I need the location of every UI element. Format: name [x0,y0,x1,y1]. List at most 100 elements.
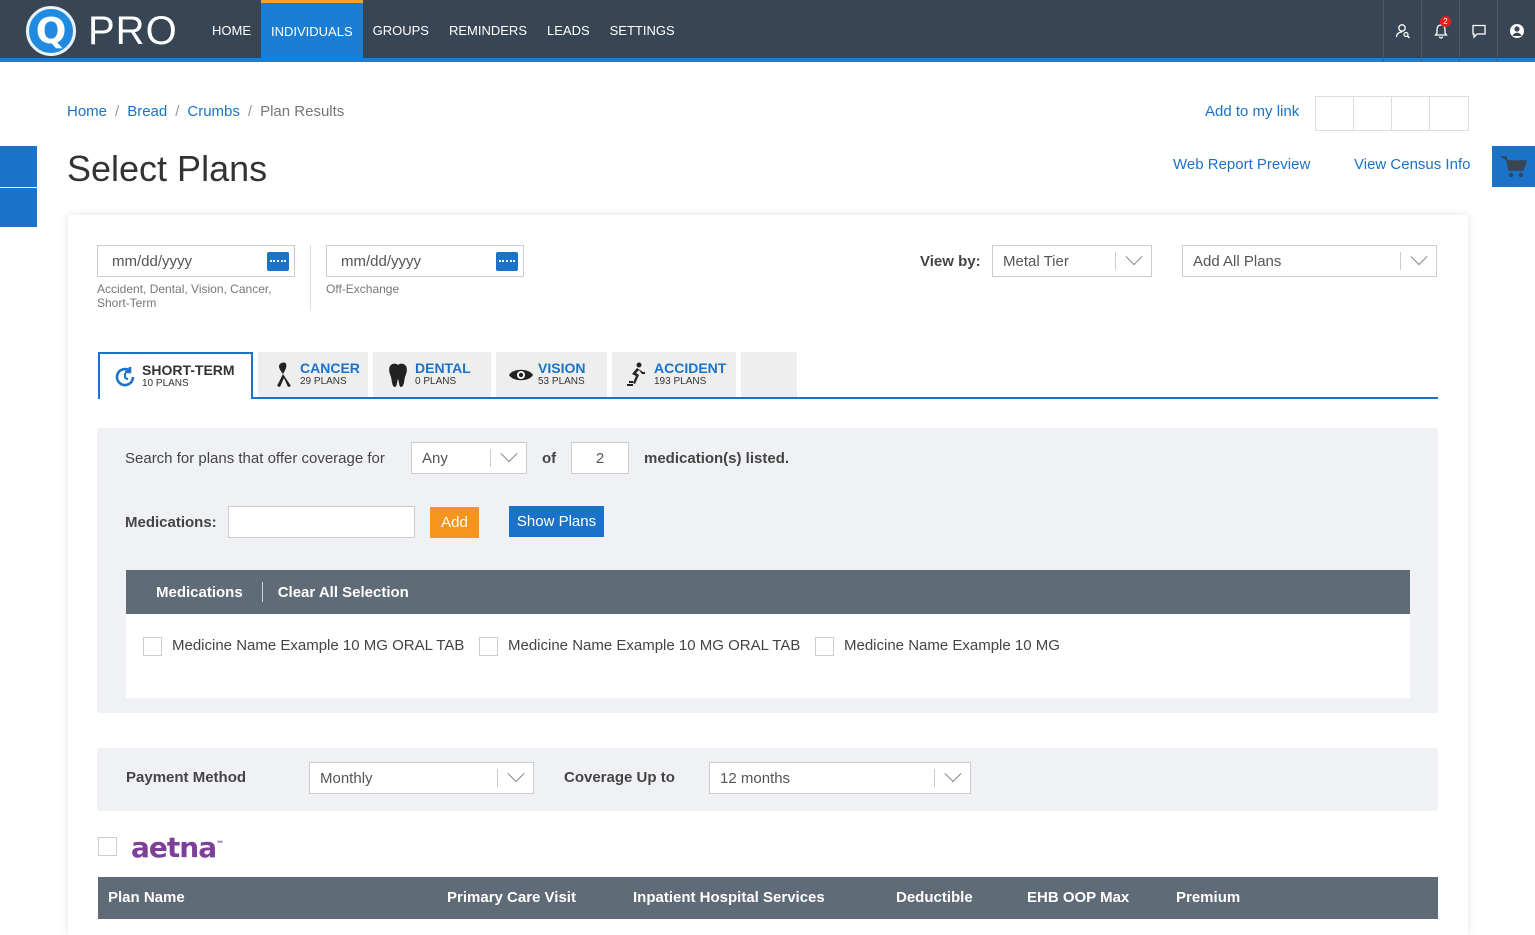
effective-date-input[interactable]: mm/dd/yyyy [97,245,295,277]
aetna-logo-text: aetna [131,831,217,864]
side-tab-1[interactable] [0,146,37,187]
add-medication-button[interactable]: Add [430,507,479,538]
link-box-3[interactable] [1392,97,1430,130]
link-boxes-group [1315,96,1469,131]
medications-list: Medicine Name Example 10 MG ORAL TAB Med… [126,614,1410,698]
payment-method-value: Monthly [320,769,373,787]
breadcrumb-crumbs[interactable]: Crumbs [187,103,240,120]
nav-settings[interactable]: SETTINGS [600,0,685,60]
column-plan-name[interactable]: Plan Name [108,889,185,906]
refresh-icon [112,364,138,390]
user-search-button[interactable] [1383,0,1421,62]
header-divider [261,582,263,602]
link-box-1[interactable] [1316,97,1354,130]
tab-plan-count: 193 PLANS [654,376,707,387]
nav-leads[interactable]: LEADS [537,0,600,60]
carrier-checkbox[interactable] [98,837,117,856]
off-exchange-date-placeholder: mm/dd/yyyy [341,252,422,270]
cart-icon [1500,155,1527,177]
tab-plan-count: 29 PLANS [300,376,347,387]
column-ehb-oop-max[interactable]: EHB OOP Max [1027,889,1129,906]
payment-method-select[interactable]: Monthly [309,762,534,794]
chat-button[interactable] [1459,0,1497,62]
plan-type-tabs: SHORT-TERM 10 PLANS CANCER 29 PLANS DENTAL… [98,352,1438,399]
notifications-button[interactable]: 2 [1421,0,1459,62]
medication-checkbox[interactable] [143,637,162,656]
column-premium[interactable]: Premium [1176,889,1240,906]
tab-short-term[interactable]: SHORT-TERM 10 PLANS [98,352,253,399]
add-to-my-link[interactable]: Add to my link [1205,103,1299,120]
calendar-icon[interactable] [496,252,518,271]
nav-home[interactable]: HOME [202,0,261,60]
coverage-any-select[interactable]: Any [411,442,527,474]
top-icons-group: 2 [1383,0,1535,62]
tab-plan-count: 0 PLANS [415,376,457,387]
chevron-down-icon [1400,252,1436,270]
breadcrumb-home[interactable]: Home [67,103,107,120]
medications-header-label: Medications [156,583,243,601]
web-report-preview-link[interactable]: Web Report Preview [1173,156,1310,173]
link-box-4[interactable] [1430,97,1468,130]
medication-name-input[interactable] [228,506,415,538]
medication-search-box: Search for plans that offer coverage for… [97,428,1438,713]
medications-listed-label: medication(s) listed. [644,450,790,467]
nav-reminders[interactable]: REMINDERS [439,0,537,60]
tab-more[interactable] [741,352,797,397]
date-divider [310,245,311,311]
tab-label: SHORT-TERM [142,362,235,378]
add-all-plans-select[interactable]: Add All Plans [1182,245,1437,277]
medication-item: Medicine Name Example 10 MG ORAL TAB [172,637,465,654]
breadcrumb: Home / Bread / Crumbs / Plan Results [67,103,344,120]
effective-date-help: Accident, Dental, Vision, Cancer, Short-… [97,282,272,310]
column-deductible[interactable]: Deductible [896,889,973,906]
medication-checkbox[interactable] [479,637,498,656]
tooth-icon [385,362,411,388]
tab-label: CANCER [300,360,360,376]
tab-label: DENTAL [415,360,471,376]
cart-button[interactable] [1492,146,1535,187]
accident-icon [624,362,650,388]
link-box-2[interactable] [1354,97,1392,130]
coverage-up-to-select[interactable]: 12 months [709,762,971,794]
notification-count-badge: 2 [1440,16,1451,27]
tab-plan-count: 53 PLANS [538,376,585,387]
chat-icon [1471,24,1486,39]
off-exchange-date-input[interactable]: mm/dd/yyyy [326,245,524,277]
view-by-value: Metal Tier [1003,252,1069,270]
show-plans-button[interactable]: Show Plans [509,506,604,537]
payment-method-label: Payment Method [126,769,247,786]
breadcrumb-bread[interactable]: Bread [127,103,167,120]
breadcrumb-current: Plan Results [260,103,345,120]
user-search-icon [1395,24,1410,39]
medications-label: Medications: [125,514,217,531]
aetna-trademark: ™ [216,839,224,849]
chevron-down-icon [490,449,526,467]
medications-list-header: Medications Clear All Selection [126,570,1410,614]
side-tab-2[interactable] [0,188,37,227]
view-by-select[interactable]: Metal Tier [992,245,1152,277]
tab-vision[interactable]: VISION 53 PLANS [496,352,607,397]
column-primary-care-visit[interactable]: Primary Care Visit [447,889,576,906]
breadcrumb-separator: / [115,103,120,120]
tab-dental[interactable]: DENTAL 0 PLANS [373,352,491,397]
column-inpatient-hospital-services[interactable]: Inpatient Hospital Services [633,889,825,906]
clear-all-selection-button[interactable]: Clear All Selection [278,584,409,601]
account-button[interactable] [1497,0,1535,62]
medication-checkbox[interactable] [815,637,834,656]
calendar-icon[interactable] [267,252,289,271]
tab-cancer[interactable]: CANCER 29 PLANS [258,352,368,397]
payment-options-box: Payment Method Monthly Coverage Up to 12… [97,748,1438,811]
view-census-info-link[interactable]: View Census Info [1354,156,1470,173]
coverage-up-to-label: Coverage Up to [564,769,675,786]
coverage-any-value: Any [422,449,448,467]
ribbon-icon [270,362,296,388]
tab-label: VISION [538,360,586,376]
nav-groups[interactable]: GROUPS [363,0,439,60]
qpro-logo[interactable]: Q PRO [26,6,178,56]
tab-accident[interactable]: ACCIDENT 193 PLANS [612,352,736,397]
nav-individuals[interactable]: INDIVIDUALS [261,0,363,60]
account-icon [1509,24,1524,38]
main-nav: HOME INDIVIDUALS GROUPS REMINDERS LEADS … [202,0,685,62]
medication-count-input[interactable]: 2 [571,442,629,474]
effective-date-placeholder: mm/dd/yyyy [112,252,193,270]
